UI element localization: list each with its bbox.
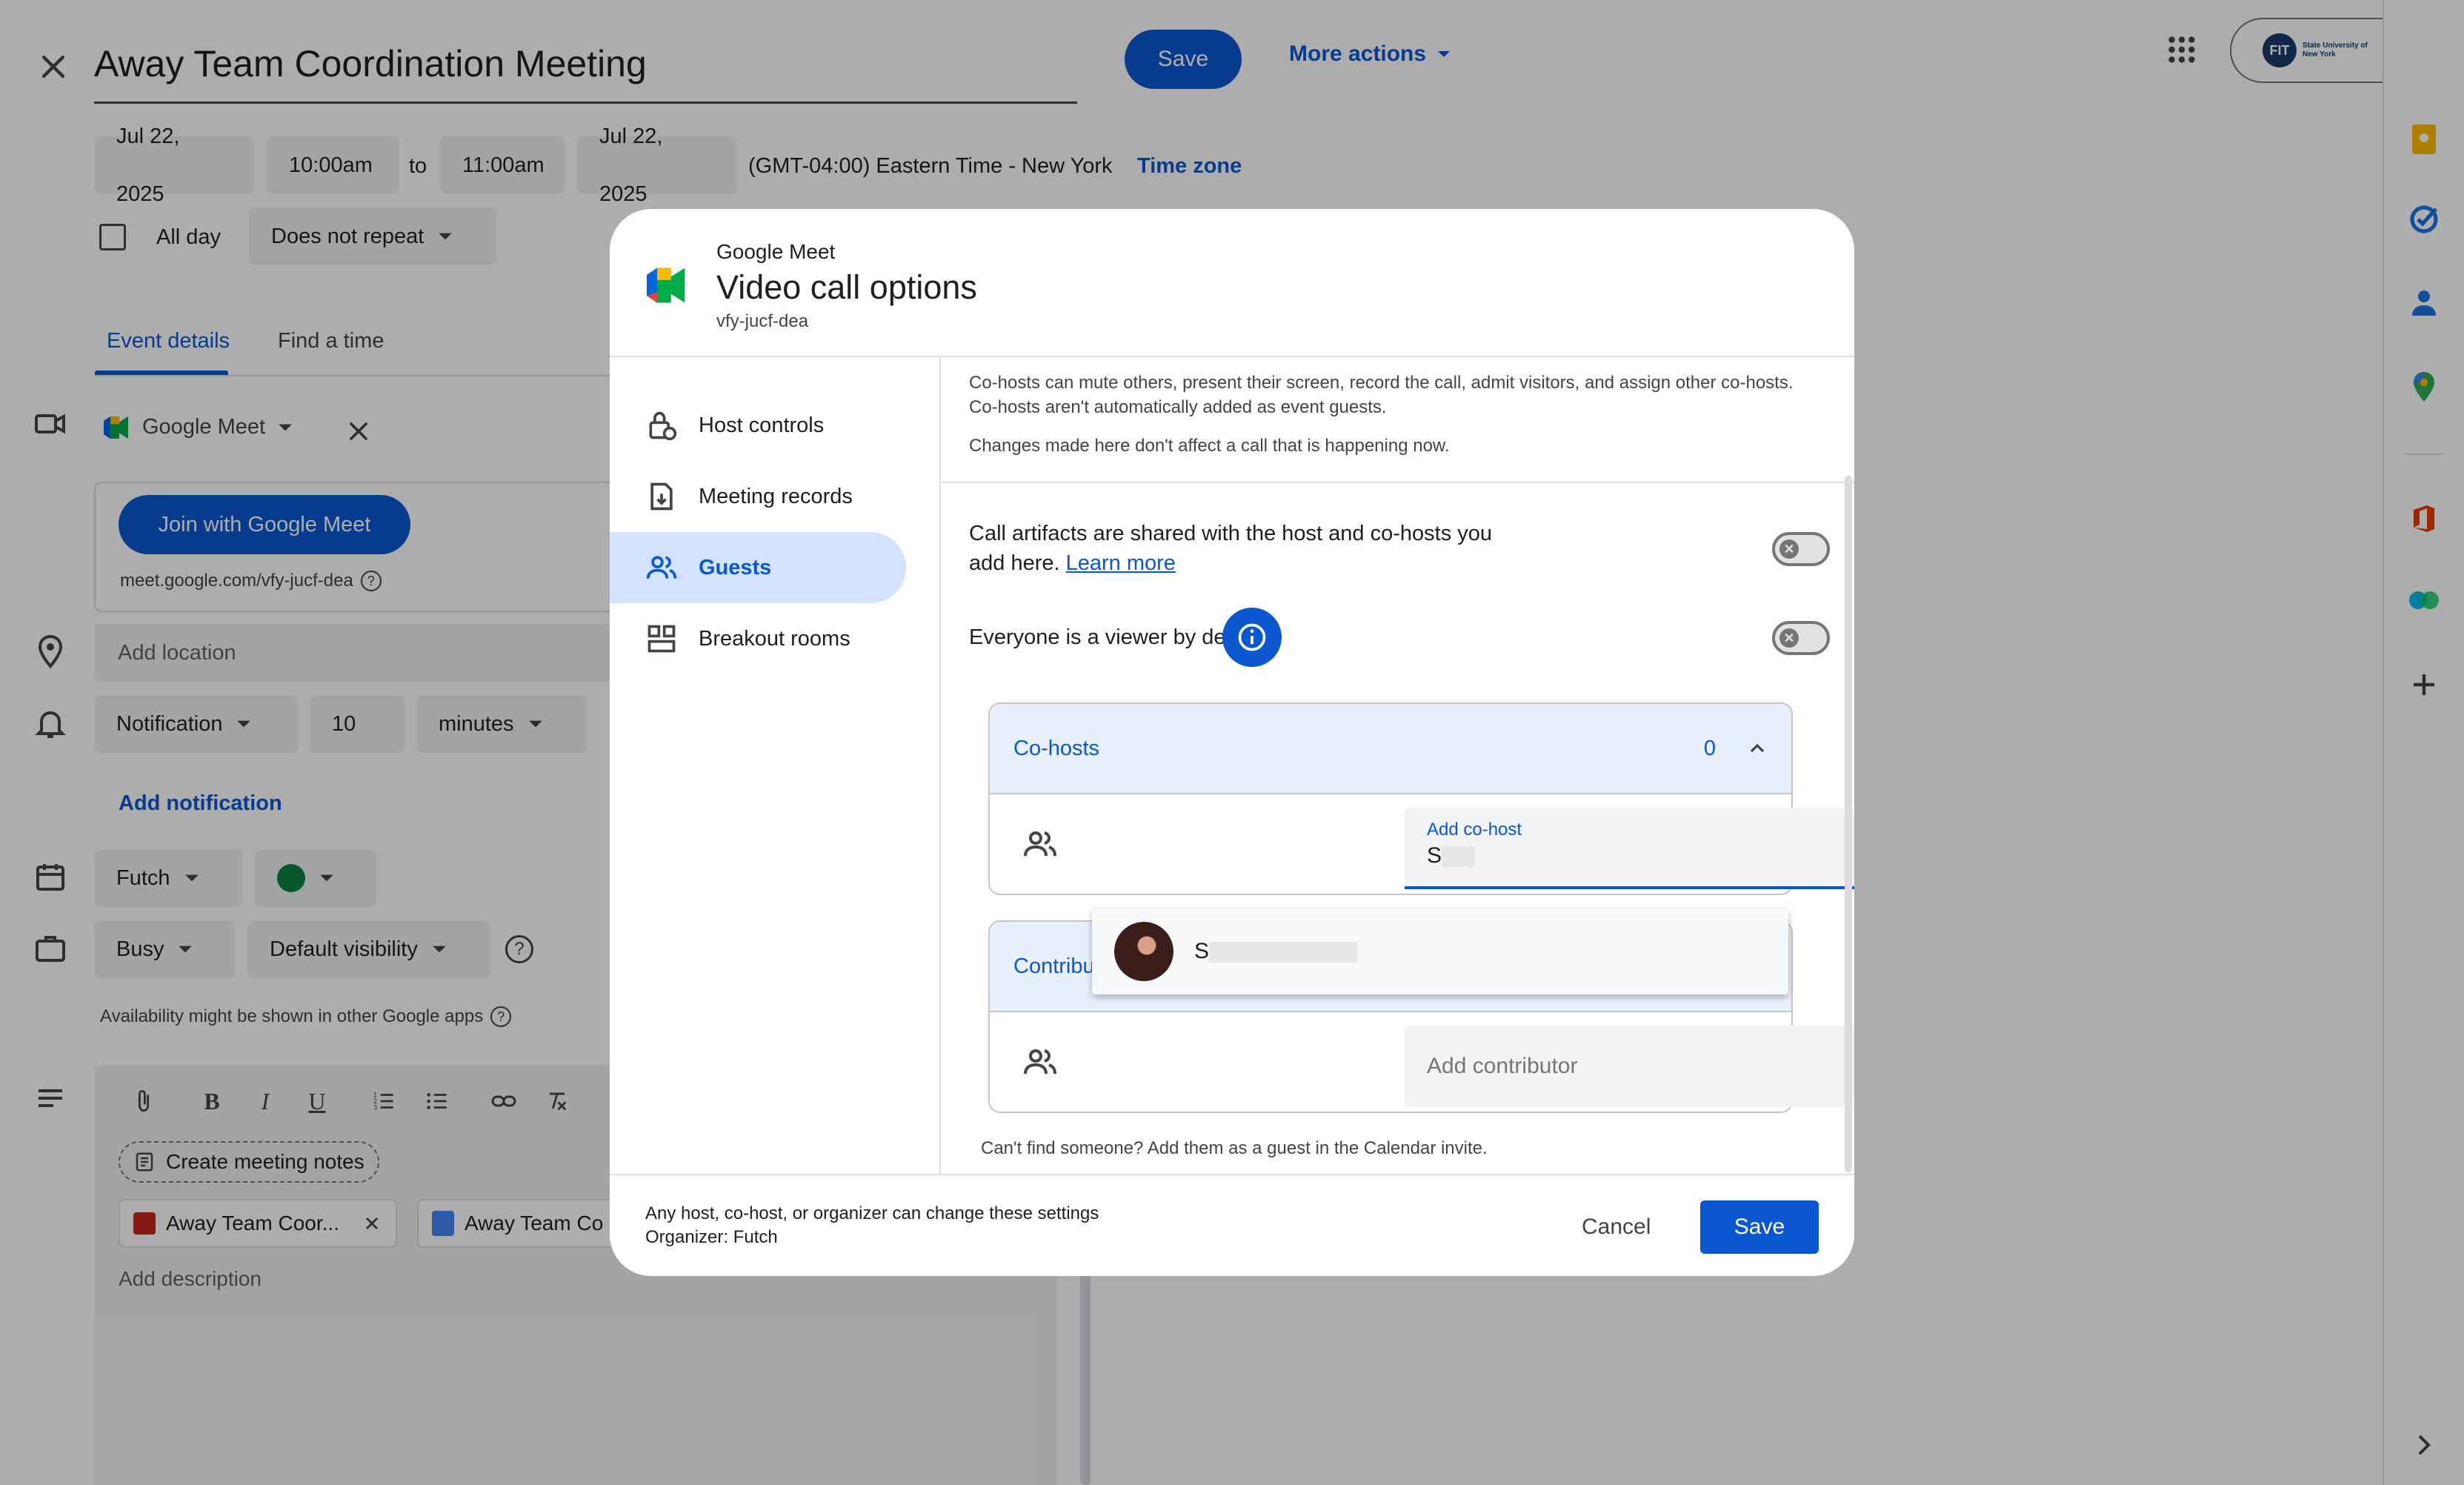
add-cohost-input[interactable]: Add co-host S: [1405, 808, 1854, 889]
add-cohost-label: Add co-host: [1427, 820, 1522, 840]
cancel-button[interactable]: Cancel: [1582, 1200, 1651, 1254]
add-cohost-typed: S: [1427, 843, 1442, 868]
people-icon: [1024, 1049, 1056, 1074]
toggle-off-icon: ✕: [1779, 539, 1799, 559]
chevron-up-icon[interactable]: [1745, 737, 1769, 760]
footer-organizer-text: Organizer: Futch: [645, 1227, 778, 1247]
guests-panel: Co-hosts can mute others, present their …: [942, 357, 1854, 1175]
nav-item-label: Guests: [699, 555, 772, 579]
info-button[interactable]: [1222, 608, 1282, 667]
dialog-scrollbar[interactable]: [1845, 476, 1852, 1172]
add-contributor-input[interactable]: Add contributor: [1405, 1026, 1854, 1107]
meeting-code: vfy-jucf-dea: [716, 311, 809, 331]
people-icon: [1024, 831, 1056, 857]
cohosts-label: Co-hosts: [1013, 736, 1100, 760]
divider: [942, 482, 1854, 483]
nav-item-breakout-rooms[interactable]: Breakout rooms: [610, 603, 906, 674]
artifacts-setting-text: Call artifacts are shared with the host …: [969, 519, 1532, 578]
cant-find-note: Can't find someone? Add them as a guest …: [981, 1138, 1488, 1158]
dialog-footer: Any host, co-host, or organizer can chan…: [610, 1174, 1854, 1276]
add-contributor-placeholder: Add contributor: [1427, 1054, 1578, 1078]
nav-item-label: Breakout rooms: [699, 626, 850, 651]
footer-permissions-text: Any host, co-host, or organizer can chan…: [645, 1203, 1099, 1223]
suggestion-name: S: [1194, 939, 1358, 964]
avatar: [1114, 922, 1173, 981]
artifacts-setting-label: Call artifacts are shared with the host …: [969, 522, 1493, 575]
dialog-header: Google Meet Video call options vfy-jucf-…: [610, 209, 1854, 357]
add-cohost-value: S: [1427, 843, 1475, 868]
toggle-off-icon: ✕: [1779, 628, 1799, 648]
record-icon: [650, 482, 673, 511]
footer-note: Any host, co-host, or organizer can chan…: [645, 1202, 1099, 1249]
cohosts-count: 0: [1703, 736, 1716, 760]
lock-person-icon: [649, 411, 677, 441]
cohost-intro-text: Co-hosts can mute others, present their …: [969, 373, 1794, 417]
changes-note: Changes made here don't affect a call th…: [969, 436, 1450, 456]
nav-item-host-controls[interactable]: Host controls: [610, 390, 906, 461]
redacted-text: [1442, 846, 1475, 868]
dialog-save-button[interactable]: Save: [1700, 1200, 1819, 1254]
nav-item-meeting-records[interactable]: Meeting records: [610, 461, 906, 532]
nav-item-label: Meeting records: [699, 484, 853, 508]
cohost-suggestion[interactable]: S: [1092, 908, 1788, 994]
redacted-text: [1209, 942, 1358, 963]
artifacts-toggle[interactable]: ✕: [1772, 532, 1830, 566]
dialog-nav: Host controls Meeting records Guests Bre…: [610, 357, 941, 1175]
learn-more-link[interactable]: Learn more: [1066, 551, 1176, 575]
info-icon: [1238, 623, 1266, 651]
nav-item-guests[interactable]: Guests: [610, 532, 906, 603]
cohosts-header[interactable]: Co-hosts 0: [990, 704, 1791, 794]
contributors-label: Contribu: [1013, 954, 1095, 978]
nav-item-label: Host controls: [699, 413, 825, 437]
people-icon: [646, 556, 677, 579]
viewer-toggle[interactable]: ✕: [1772, 621, 1830, 655]
suggestion-initial: S: [1194, 939, 1210, 963]
google-meet-icon: [647, 267, 688, 304]
input-focus-underline: [1405, 886, 1854, 889]
grid-icon: [647, 625, 676, 653]
dialog-subtitle: Google Meet: [716, 240, 836, 263]
dialog-title: Video call options: [716, 268, 977, 306]
video-call-options-dialog: Google Meet Video call options vfy-jucf-…: [610, 209, 1854, 1276]
